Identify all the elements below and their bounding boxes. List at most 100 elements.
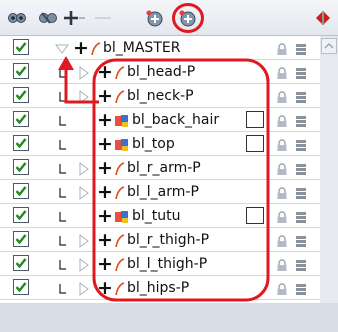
visibility-checkbox[interactable] [13,135,29,151]
layer-stack-icon[interactable] [295,185,307,204]
add-child-icon[interactable]: + [97,254,113,274]
visibility-checkbox[interactable] [13,207,29,223]
visibility-checkbox[interactable] [13,231,29,247]
toggle-visibility-off-icon[interactable] [37,7,59,29]
expand-triangle-icon[interactable] [77,137,91,151]
collapse-triangle-icon[interactable] [55,41,69,55]
toggle-visibility-icon[interactable] [6,7,28,29]
layer-name[interactable]: bl_neck-P [127,88,194,104]
color-swatch[interactable] [246,111,264,128]
layer-stack-icon[interactable] [295,161,307,180]
layer-name[interactable]: bl_tutu [132,208,181,224]
layer-row[interactable]: + bl_r_arm-P [0,156,320,180]
color-swatch[interactable] [246,207,264,224]
expand-triangle-icon[interactable] [77,233,91,248]
expand-triangle-icon[interactable] [77,281,91,296]
expand-triangle-icon[interactable] [77,161,91,176]
collapse-expand-icon[interactable] [312,7,334,29]
visibility-checkbox[interactable] [13,279,29,295]
layer-name[interactable]: bl_r_arm-P [127,160,201,176]
expand-triangle-icon[interactable] [77,257,91,272]
add-child-icon[interactable]: + [97,134,113,154]
layer-name[interactable]: bl_top [132,136,175,152]
visibility-checkbox[interactable] [13,39,29,55]
add-child-icon[interactable]: + [97,158,113,178]
layer-name[interactable]: bl_back_hair [132,112,219,128]
layer-list: + bl_MASTER + bl_head-P + bl_neck-P + bl_back_h… [0,36,321,303]
peg-icon [114,281,128,296]
layer-row[interactable]: + bl_l_arm-P [0,180,320,204]
layer-row[interactable]: + bl_head-P [0,60,320,84]
layer-name[interactable]: bl_MASTER [103,40,180,56]
layer-stack-icon[interactable] [295,89,307,108]
layer-name[interactable]: bl_head-P [127,64,195,80]
layer-row[interactable]: + bl_hips-P [0,276,320,300]
visibility-checkbox[interactable] [13,63,29,79]
layer-stack-icon[interactable] [295,233,307,252]
lock-icon[interactable] [276,209,288,228]
scrollbar[interactable] [320,36,338,303]
layer-stack-icon[interactable] [295,65,307,84]
layer-stack-icon[interactable] [295,113,307,132]
add-drawing-icon[interactable] [92,7,114,29]
lock-icon[interactable] [276,233,288,252]
add-child-icon[interactable]: + [97,206,113,226]
color-swatch[interactable] [246,135,264,152]
checkmark-icon [15,138,27,149]
lock-icon[interactable] [276,41,288,60]
tree-connector-icon [58,209,70,222]
scroll-up-button[interactable] [321,38,337,54]
layer-row[interactable]: + bl_tutu [0,204,320,228]
layer-stack-icon[interactable] [295,41,307,60]
add-peg-icon[interactable] [64,7,86,29]
visibility-checkbox[interactable] [13,111,29,127]
layer-name[interactable]: bl_l_thigh-P [127,256,207,272]
layer-row[interactable]: + bl_MASTER [0,36,320,60]
layer-name[interactable]: bl_r_thigh-P [127,232,209,248]
visibility-checkbox[interactable] [13,183,29,199]
visibility-checkbox[interactable] [13,87,29,103]
lock-icon[interactable] [276,281,288,300]
add-child-icon[interactable]: + [97,230,113,250]
layer-row[interactable]: + bl_top [0,132,320,156]
expand-triangle-icon[interactable] [77,89,91,104]
lock-icon[interactable] [276,113,288,132]
expand-triangle-icon[interactable] [77,113,91,127]
add-child-icon[interactable]: + [73,38,89,58]
add-layer-icon[interactable] [177,7,199,29]
lock-icon[interactable] [276,89,288,108]
lock-icon[interactable] [276,185,288,204]
add-child-icon[interactable]: + [97,62,113,82]
peg-icon [114,233,128,248]
layer-stack-icon[interactable] [295,209,307,228]
expand-triangle-icon[interactable] [77,185,91,200]
lock-icon[interactable] [276,65,288,84]
layer-stack-icon[interactable] [295,137,307,156]
layer-row[interactable]: + bl_r_thigh-P [0,228,320,252]
lock-icon[interactable] [276,161,288,180]
layer-row[interactable]: + bl_back_hair [0,108,320,132]
checkmark-icon [15,258,27,269]
visibility-checkbox[interactable] [13,255,29,271]
tree-connector-icon [58,89,70,102]
layer-stack-icon[interactable] [295,281,307,300]
expand-triangle-icon[interactable] [77,209,91,223]
expand-triangle-icon[interactable] [77,65,91,80]
layer-stack-icon[interactable] [295,257,307,276]
add-layer-icon[interactable] [144,7,166,29]
lock-icon[interactable] [276,137,288,156]
checkmark-icon [15,186,27,197]
checkmark-icon [15,162,27,173]
checkmark-icon [15,114,27,125]
layer-name[interactable]: bl_l_arm-P [127,184,199,200]
drawing-layer-icon [114,137,128,151]
visibility-checkbox[interactable] [13,159,29,175]
add-child-icon[interactable]: + [97,86,113,106]
add-child-icon[interactable]: + [97,278,113,298]
layer-name[interactable]: bl_hips-P [127,280,189,296]
add-child-icon[interactable]: + [97,110,113,130]
add-child-icon[interactable]: + [97,182,113,202]
lock-icon[interactable] [276,257,288,276]
layer-row[interactable]: + bl_l_thigh-P [0,252,320,276]
layer-row[interactable]: + bl_neck-P [0,84,320,108]
